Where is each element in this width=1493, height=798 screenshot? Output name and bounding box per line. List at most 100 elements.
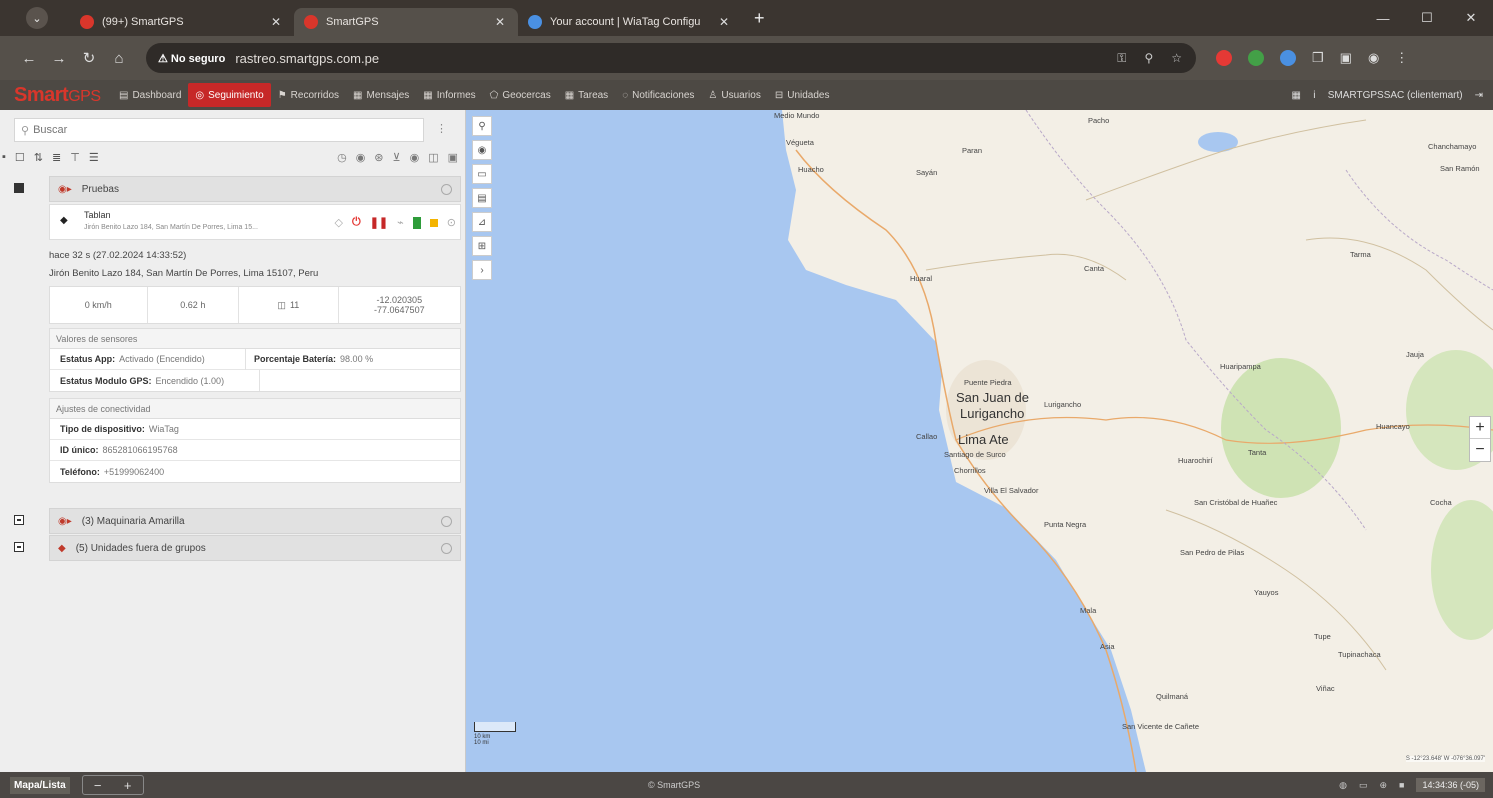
group-options-icon[interactable] <box>441 183 452 195</box>
close-icon[interactable]: ✕ <box>268 15 284 29</box>
maximize-button[interactable]: ☐ <box>1405 0 1449 36</box>
profile-avatar-icon[interactable]: ◉ <box>1368 50 1379 66</box>
tasks-icon: ▦ <box>564 89 575 101</box>
group-icon[interactable]: ≣ <box>52 151 61 164</box>
extensions-puzzle-icon[interactable]: ❒ <box>1312 50 1324 66</box>
delete-col-icon[interactable]: ▣ <box>448 151 458 164</box>
filter-icon[interactable]: ⊤ <box>70 151 80 164</box>
forward-arrow-icon[interactable]: → <box>44 50 74 67</box>
menu-mensajes[interactable]: ▦ Mensajes <box>346 80 416 110</box>
extension-green-icon[interactable] <box>1248 50 1264 66</box>
browser-tab[interactable]: (99+) SmartGPS ✕ <box>70 8 294 36</box>
menu-unidades[interactable]: ⊟ Unidades <box>768 80 837 110</box>
menu-informes[interactable]: ▦ Informes <box>416 80 482 110</box>
smartgps-logo[interactable]: SmartGPS <box>14 84 112 107</box>
close-icon[interactable]: ✕ <box>716 15 732 29</box>
map-grid-icon[interactable]: ⊞ <box>472 236 492 256</box>
menu-tareas[interactable]: ▦ Tareas <box>558 80 615 110</box>
map-list-toggle[interactable]: Mapa/Lista <box>10 776 70 794</box>
group-row-maquinaria[interactable]: ◉▸ (3) Maquinaria Amarilla <box>49 508 461 534</box>
menu-geocercas[interactable]: ⬠ Geocercas <box>483 80 558 110</box>
menu-recorridos[interactable]: ⚑ Recorridos <box>271 80 346 110</box>
user-account-label[interactable]: SMARTGPSSAC (clientemart) <box>1328 90 1463 101</box>
browser-menu-icon[interactable]: ⋮ <box>1395 50 1408 66</box>
map-print-icon[interactable]: ▤ <box>472 188 492 208</box>
unit-row[interactable]: ◆ Tablan Jirón Benito Lazo 184, San Mart… <box>49 204 461 240</box>
map-source-icon[interactable]: ▭ <box>472 164 492 184</box>
close-icon[interactable]: ✕ <box>492 15 508 29</box>
locate-icon[interactable]: ◇ <box>335 216 343 229</box>
gps-signal-icon[interactable]: ⌁ <box>397 216 404 229</box>
menu-seguimiento[interactable]: ◎ Seguimiento <box>188 83 271 107</box>
apps-grid-icon[interactable]: ▦ <box>1292 90 1301 101</box>
address-bar[interactable]: ⚠ No seguro rastreo.smartgps.com.pe ⚿ ⚲ … <box>146 43 1196 73</box>
group-expand-toggle[interactable] <box>14 542 24 552</box>
sidepanel-icon[interactable]: ▣ <box>1340 50 1352 66</box>
zoom-plus-button[interactable]: + <box>124 778 132 793</box>
tab-search-button[interactable]: ⌄ <box>26 7 48 29</box>
close-window-button[interactable]: ✕ <box>1449 0 1493 36</box>
search-input[interactable] <box>33 124 414 136</box>
home-icon[interactable]: ⌂ <box>104 50 134 67</box>
zoom-in-button[interactable]: + <box>1470 417 1490 439</box>
group-row-pruebas[interactable]: ◉▸ Pruebas <box>49 176 461 202</box>
clock-col-icon[interactable]: ◷ <box>337 151 347 164</box>
sort-icon[interactable]: ⇅ <box>34 151 43 164</box>
map-expand-icon[interactable]: › <box>472 260 492 280</box>
map-place-label: Tarma <box>1350 250 1371 259</box>
minimize-button[interactable]: — <box>1361 0 1405 36</box>
footer-events-icon[interactable]: ■ <box>1399 780 1404 790</box>
search-box: ⚲ <box>14 118 424 142</box>
collapse-all-icon[interactable]: ▪ <box>2 151 6 164</box>
footer-sound-icon[interactable]: ◍ <box>1339 780 1347 791</box>
menu-dashboard[interactable]: ▤ Dashboard <box>112 80 188 110</box>
back-arrow-icon[interactable]: ← <box>14 50 44 67</box>
new-tab-button[interactable]: + <box>754 8 765 29</box>
search-options-icon[interactable]: ⋮ <box>436 122 447 135</box>
browser-tab[interactable]: Your account | WiaTag Configu ✕ <box>518 8 742 36</box>
footer-language-icon[interactable]: ⊕ <box>1379 780 1387 791</box>
app-header: SmartGPS ▤ Dashboard ◎ Seguimiento ⚑ Recorr… <box>0 80 1493 110</box>
group-options-icon[interactable] <box>441 515 452 527</box>
map-layers-icon[interactable]: ◉ <box>472 140 492 160</box>
zoom-out-button[interactable]: − <box>1470 439 1490 461</box>
trip-col-icon[interactable]: ◫ <box>428 151 438 164</box>
extension-red-icon[interactable] <box>1216 50 1232 66</box>
security-warning[interactable]: ⚠ No seguro <box>158 52 225 65</box>
group-label: Pruebas <box>81 183 119 195</box>
browser-tab-active[interactable]: SmartGPS ✕ <box>294 8 518 36</box>
target-icon: ◎ <box>195 89 205 101</box>
parking-icon[interactable]: ❚❚ <box>370 216 388 229</box>
list-view-icon[interactable]: ☰ <box>89 151 99 164</box>
group-row-ungrouped[interactable]: ◆ (5) Unidades fuera de grupos <box>49 535 461 561</box>
group-options-icon[interactable] <box>441 542 452 554</box>
bookmark-star-icon[interactable]: ☆ <box>1171 51 1182 66</box>
forest-area <box>1431 500 1493 640</box>
password-key-icon[interactable]: ⚿ <box>1117 51 1126 66</box>
map-view[interactable]: Medio Mundo Végueta Huacho Sayán Pacho P… <box>466 110 1493 772</box>
unit-options-icon[interactable]: ⊙ <box>447 216 456 229</box>
group-label: (3) Maquinaria Amarilla <box>81 515 185 527</box>
footer-monitor-icon[interactable]: ▭ <box>1359 780 1368 791</box>
map-search-icon[interactable]: ⚲ <box>472 116 492 136</box>
browser-tab-bar: ⌄ (99+) SmartGPS ✕ SmartGPS ✕ Your accou… <box>0 0 1493 36</box>
reload-icon[interactable]: ↻ <box>74 49 104 67</box>
menu-notificaciones[interactable]: ◌ Notificaciones <box>615 80 701 110</box>
satellite-icon: ◫ <box>277 299 286 310</box>
zoom-minus-button[interactable]: − <box>94 778 102 793</box>
map-measure-icon[interactable]: ⊿ <box>472 212 492 232</box>
group-collapse-toggle[interactable] <box>14 183 24 193</box>
sensor-col-icon[interactable]: ◉ <box>410 151 420 164</box>
ignition-col-icon[interactable]: ◉ <box>356 151 366 164</box>
group-expand-toggle[interactable] <box>14 515 24 525</box>
logout-icon[interactable]: ⇥ <box>1475 90 1483 101</box>
extension-blue-icon[interactable] <box>1280 50 1296 66</box>
zoom-magnifier-icon[interactable]: ⚲ <box>1144 51 1153 66</box>
menu-usuarios[interactable]: ♙ Usuarios <box>701 80 767 110</box>
help-icon[interactable]: ⅰ <box>1313 90 1316 101</box>
commands-col-icon[interactable]: ⊛ <box>374 151 383 164</box>
satellite-col-icon[interactable]: ⊻ <box>393 151 401 164</box>
power-icon[interactable]: ⏻ <box>352 216 361 229</box>
car-icon: ◆ <box>58 542 66 554</box>
select-all-checkbox[interactable]: ☐ <box>15 151 25 164</box>
